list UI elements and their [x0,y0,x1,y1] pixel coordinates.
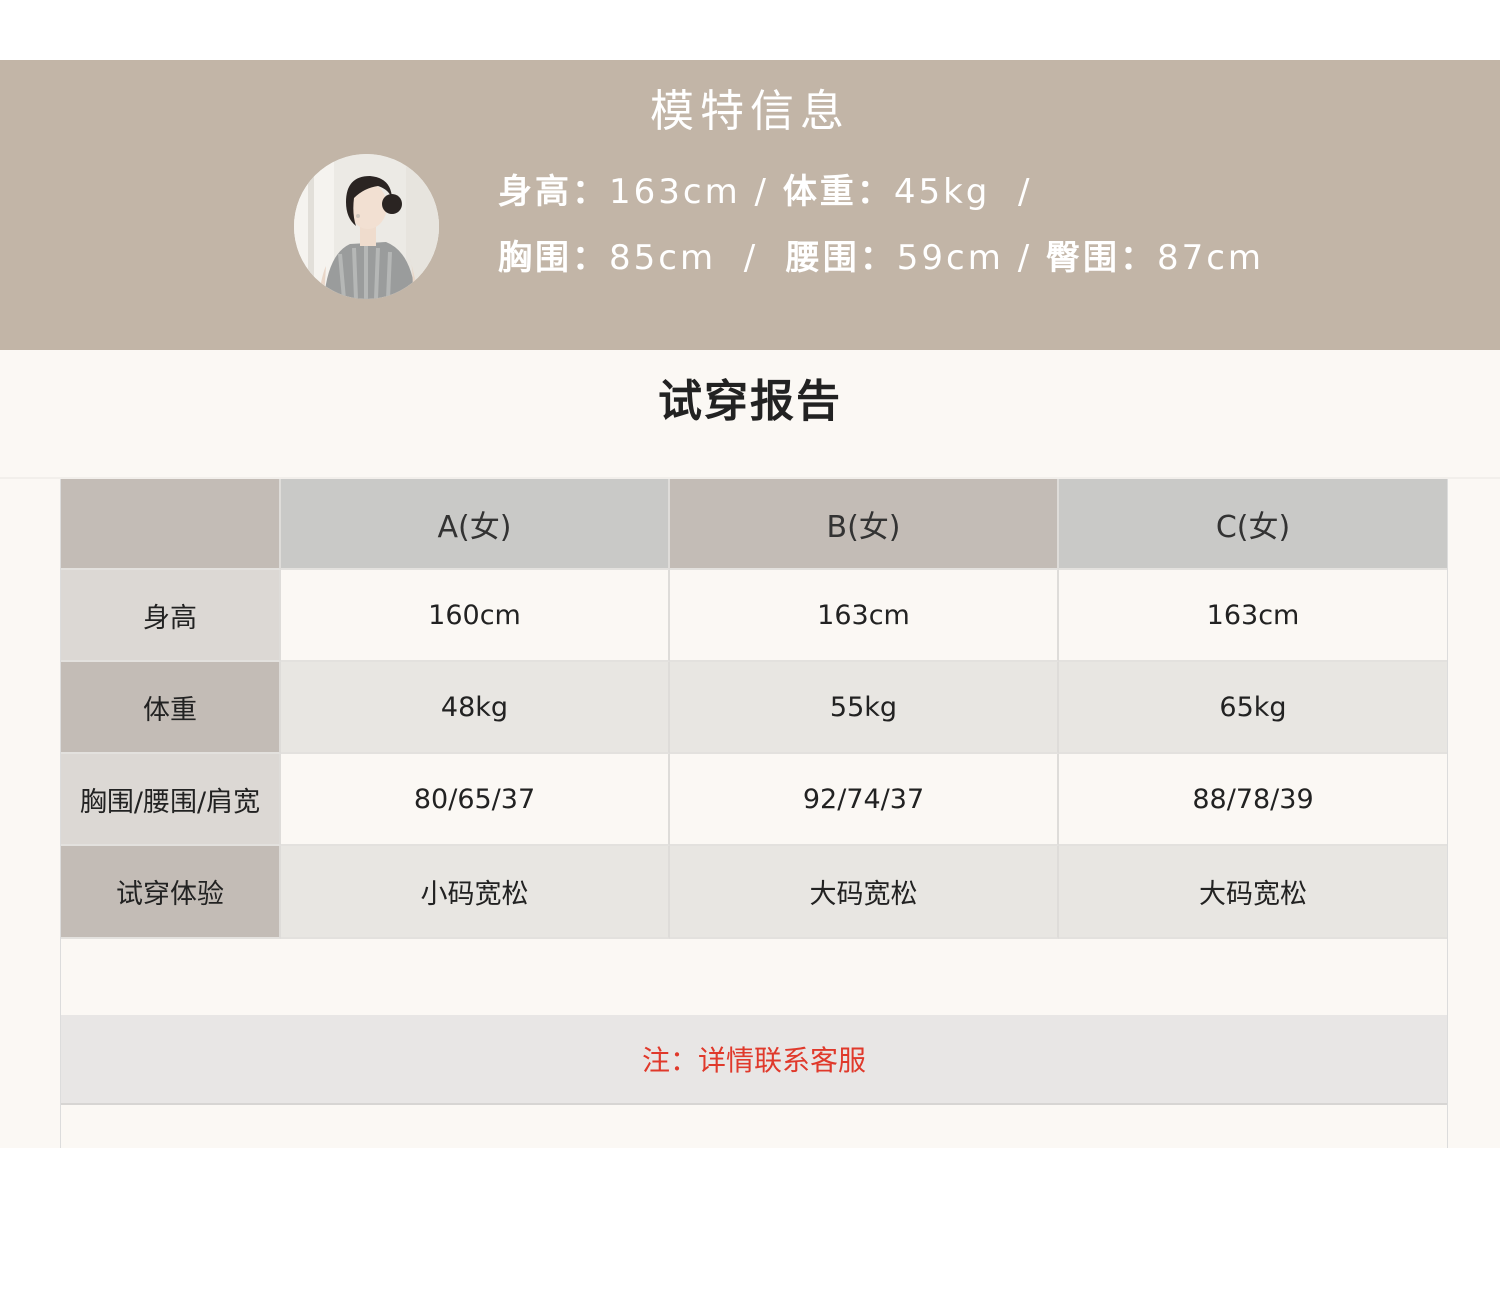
report-title: 试穿报告 [658,376,842,427]
header-cell-b: B(女) [670,479,1059,570]
table-row: 试穿体验 小码宽松 大码宽松 大码宽松 [61,846,1447,939]
table-cell: 163cm [670,570,1059,662]
table-cell: 88/78/39 [1059,754,1447,846]
table-spacer-row [61,939,1447,1015]
separator: / [754,172,769,212]
height-label: 身高： [498,172,609,212]
model-stats-line-2: 胸围：85cm / 腰围：59cm / 臀围：87cm [498,234,1264,282]
separator: / [1017,172,1033,212]
hip-label: 臀围： [1045,238,1157,278]
table-cell: 163cm [1059,570,1447,662]
contact-note: 注：详情联系客服 [61,1015,1447,1105]
table-cell: 92/74/37 [670,754,1059,846]
model-photo-icon [294,154,439,299]
separator: / [1017,238,1033,278]
separator: / [743,238,759,278]
table-row: 体重 48kg 55kg 65kg [61,662,1447,754]
table-cell: 65kg [1059,662,1447,754]
height-value: 163cm [609,172,741,212]
table-cell: 55kg [670,662,1059,754]
model-stats-line-1: 身高：163cm / 体重：45kg / [498,168,1032,216]
waist-value: 59cm [896,238,1004,278]
table-row: 身高 160cm 163cm 163cm [61,570,1447,662]
contact-note-text: 注：详情联系客服 [641,1044,866,1077]
row-label-weight: 体重 [61,662,281,754]
waist-label: 腰围： [785,238,897,278]
table-cell: 大码宽松 [670,846,1059,939]
hip-value: 87cm [1156,238,1265,278]
model-info-banner: 模特信息 身高：163cm / 体重：45kg / 胸围：85cm / 腰围：5… [0,60,1500,350]
row-label-height: 身高 [61,570,281,662]
bust-value: 85cm [609,238,717,278]
model-avatar [294,154,439,299]
weight-value: 45kg [893,172,991,212]
header-cell-c: C(女) [1059,479,1447,570]
bust-label: 胸围： [498,238,609,278]
table-cell: 大码宽松 [1059,846,1447,939]
weight-label: 体重： [782,172,894,212]
table-cell: 80/65/37 [281,754,670,846]
row-label-measurements: 胸围/腰围/肩宽 [61,754,281,846]
table-header-row: A(女) B(女) C(女) [61,479,1447,570]
table-cell: 48kg [281,662,670,754]
banner-title: 模特信息 [650,86,850,137]
row-label-fit-experience: 试穿体验 [61,846,281,939]
table-cell: 小码宽松 [281,846,670,939]
table-row: 胸围/腰围/肩宽 80/65/37 92/74/37 88/78/39 [61,754,1447,846]
fit-report-table: A(女) B(女) C(女) 身高 160cm 163cm 163cm 体重 4… [60,479,1448,1148]
table-cell: 160cm [281,570,670,662]
header-cell-a: A(女) [281,479,670,570]
header-cell-empty [61,479,281,570]
